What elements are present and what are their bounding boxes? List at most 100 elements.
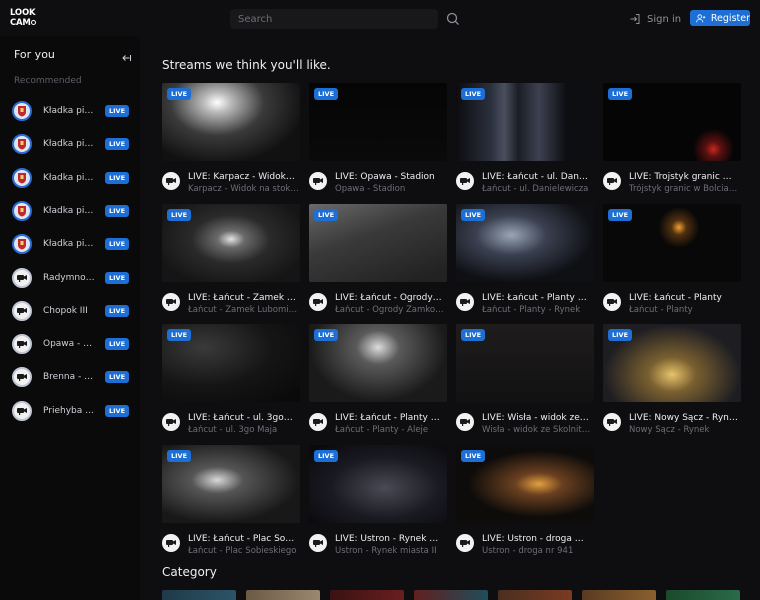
sidebar-item[interactable]: Kładka pie… LIVE — [12, 199, 134, 223]
stream-card[interactable]: LIVE LIVE: Trojstyk granic … Trójstyk gran… — [603, 83, 741, 197]
stream-card[interactable]: LIVE LIVE: Łańcut - Planty Łańcut - Planty — [603, 204, 741, 318]
stream-thumbnail[interactable]: LIVE — [456, 204, 594, 282]
stream-title[interactable]: LIVE: Łańcut - Planty … — [335, 413, 447, 423]
sidebar-item[interactable]: Kładka pie… LIVE — [12, 99, 134, 123]
stream-title[interactable]: LIVE: Łańcut - ul. 3go… — [188, 413, 300, 423]
live-badge: LIVE — [461, 450, 486, 462]
stream-card[interactable]: LIVE LIVE: Łańcut - Planty … Łańcut - Plan… — [456, 204, 594, 318]
stream-title[interactable]: LIVE: Łańcut - ul. Dan… — [482, 172, 594, 182]
channel-avatar[interactable] — [456, 413, 474, 431]
sign-in-button[interactable]: Sign in — [629, 10, 681, 28]
stream-card[interactable]: LIVE LIVE: Łańcut - Ogrody… Łańcut - Ogrod… — [309, 204, 447, 318]
stream-title[interactable]: LIVE: Łańcut - Zamek … — [188, 293, 300, 303]
add-user-icon — [696, 13, 706, 22]
channel-avatar[interactable] — [603, 293, 621, 311]
channel-avatar[interactable] — [162, 534, 180, 552]
stream-card[interactable]: LIVE LIVE: Ustron - droga … Ustron - droga… — [456, 445, 594, 559]
sidebar-item[interactable]: Kładka pie… LIVE — [12, 132, 134, 156]
live-badge: LIVE — [314, 450, 339, 462]
channel-avatar[interactable] — [603, 413, 621, 431]
stream-title[interactable]: LIVE: Ustron - Rynek … — [335, 534, 447, 544]
stream-card[interactable]: LIVE LIVE: Ustron - Rynek … Ustron - Rynek… — [309, 445, 447, 559]
stream-thumbnail[interactable]: LIVE — [456, 83, 594, 161]
stream-title[interactable]: LIVE: Wisła - widok ze… — [482, 413, 594, 423]
stream-card[interactable]: LIVE LIVE: Opawa - Stadion Opawa - Stadion — [309, 83, 447, 197]
stream-title[interactable]: LIVE: Ustron - droga … — [482, 534, 594, 544]
stream-title[interactable]: LIVE: Łańcut - Ogrody… — [335, 293, 447, 303]
channel-avatar[interactable] — [456, 172, 474, 190]
stream-thumbnail[interactable]: LIVE — [456, 324, 594, 402]
category-tile[interactable] — [498, 590, 572, 600]
channel-avatar[interactable] — [162, 172, 180, 190]
stream-meta: LIVE: Wisła - widok ze… Wisła - widok ze … — [456, 402, 594, 438]
stream-thumbnail[interactable]: LIVE — [603, 204, 741, 282]
stream-card[interactable]: LIVE LIVE: Łańcut - Zamek … Łańcut - Zamek… — [162, 204, 300, 318]
stream-thumbnail[interactable]: LIVE — [309, 324, 447, 402]
category-tile[interactable] — [162, 590, 236, 600]
stream-meta: LIVE: Łańcut - Planty … Łańcut - Planty -… — [456, 282, 594, 318]
stream-thumbnail[interactable]: LIVE — [603, 324, 741, 402]
stream-thumbnail[interactable]: LIVE — [309, 83, 447, 161]
channel-avatar[interactable] — [309, 534, 327, 552]
sidebar-item[interactable]: Chopok III LIVE — [12, 299, 134, 323]
stream-card[interactable]: LIVE LIVE: Wisła - widok ze… Wisła - widok… — [456, 324, 594, 438]
stream-card[interactable]: LIVE LIVE: Łańcut - Planty … Łańcut - Plan… — [309, 324, 447, 438]
sidebar-item[interactable]: Kładka pie… LIVE — [12, 232, 134, 256]
sidebar-title: For you — [14, 48, 55, 61]
emblem-icon — [18, 106, 26, 117]
camera-icon — [17, 274, 27, 282]
channel-avatar[interactable] — [162, 293, 180, 311]
stream-meta: LIVE: Łańcut - Plac So… Łańcut - Plac Sob… — [162, 523, 300, 559]
sidebar-item-name: Opawa - S… — [43, 339, 95, 350]
channel-avatar[interactable] — [456, 293, 474, 311]
register-button[interactable]: Register — [690, 10, 750, 26]
stream-card[interactable]: LIVE LIVE: Karpacz - Widok… Karpacz - Wido… — [162, 83, 300, 197]
stream-card[interactable]: LIVE LIVE: Łańcut - Plac So… Łańcut - Plac… — [162, 445, 300, 559]
channel-avatar[interactable] — [309, 413, 327, 431]
lookcam-logo[interactable]: LOOK CAM — [10, 8, 42, 30]
emblem-icon — [18, 239, 26, 250]
stream-meta: LIVE: Łańcut - Ogrody… Łańcut - Ogrody Za… — [309, 282, 447, 318]
live-badge: LIVE — [105, 338, 130, 351]
stream-title[interactable]: LIVE: Nowy Sącz - Ryn… — [629, 413, 741, 423]
stream-card[interactable]: LIVE LIVE: Nowy Sącz - Ryn… Nowy Sącz - Ry… — [603, 324, 741, 438]
stream-title[interactable]: LIVE: Łańcut - Planty … — [482, 293, 594, 303]
channel-avatar — [12, 367, 32, 388]
channel-avatar[interactable] — [162, 413, 180, 431]
collapse-sidebar-button[interactable] — [120, 49, 132, 61]
search-input[interactable] — [230, 9, 438, 29]
channel-avatar[interactable] — [456, 534, 474, 552]
stream-thumbnail[interactable]: LIVE — [162, 324, 300, 402]
stream-thumbnail[interactable]: LIVE — [162, 204, 300, 282]
stream-card[interactable]: LIVE LIVE: Łańcut - ul. 3go… Łańcut - ul. … — [162, 324, 300, 438]
sidebar-item[interactable]: Radymno … LIVE — [12, 266, 134, 290]
stream-thumbnail[interactable]: LIVE — [309, 204, 447, 282]
sidebar-item[interactable]: Priehyba - … LIVE — [12, 399, 134, 423]
channel-avatar[interactable] — [309, 293, 327, 311]
stream-title[interactable]: LIVE: Łańcut - Plac So… — [188, 534, 300, 544]
stream-thumbnail[interactable]: LIVE — [162, 83, 300, 161]
sidebar-item[interactable]: Brenna - B… LIVE — [12, 365, 134, 389]
stream-title[interactable]: LIVE: Łańcut - Planty — [629, 293, 741, 303]
stream-thumbnail[interactable]: LIVE — [309, 445, 447, 523]
sidebar: For you Recommended Kładka pie… LIVE Kładk… — [0, 36, 140, 600]
category-tile[interactable] — [666, 590, 740, 600]
category-tile[interactable] — [330, 590, 404, 600]
stream-thumbnail[interactable]: LIVE — [456, 445, 594, 523]
camera-icon — [460, 299, 470, 306]
sidebar-item[interactable]: Kładka pie… LIVE — [12, 166, 134, 190]
category-tile[interactable] — [246, 590, 320, 600]
category-tile[interactable] — [582, 590, 656, 600]
stream-card[interactable]: LIVE LIVE: Łańcut - ul. Dan… Łańcut - ul. … — [456, 83, 594, 197]
stream-subtitle: Łańcut - ul. Danielewicza — [482, 184, 589, 194]
stream-title[interactable]: LIVE: Opawa - Stadion — [335, 172, 447, 182]
channel-avatar[interactable] — [603, 172, 621, 190]
stream-title[interactable]: LIVE: Karpacz - Widok… — [188, 172, 300, 182]
category-tile[interactable] — [414, 590, 488, 600]
channel-avatar[interactable] — [309, 172, 327, 190]
stream-thumbnail[interactable]: LIVE — [162, 445, 300, 523]
stream-thumbnail[interactable]: LIVE — [603, 83, 741, 161]
search-button[interactable] — [444, 10, 462, 28]
sidebar-item[interactable]: Opawa - S… LIVE — [12, 332, 134, 356]
stream-title[interactable]: LIVE: Trojstyk granic … — [629, 172, 741, 182]
